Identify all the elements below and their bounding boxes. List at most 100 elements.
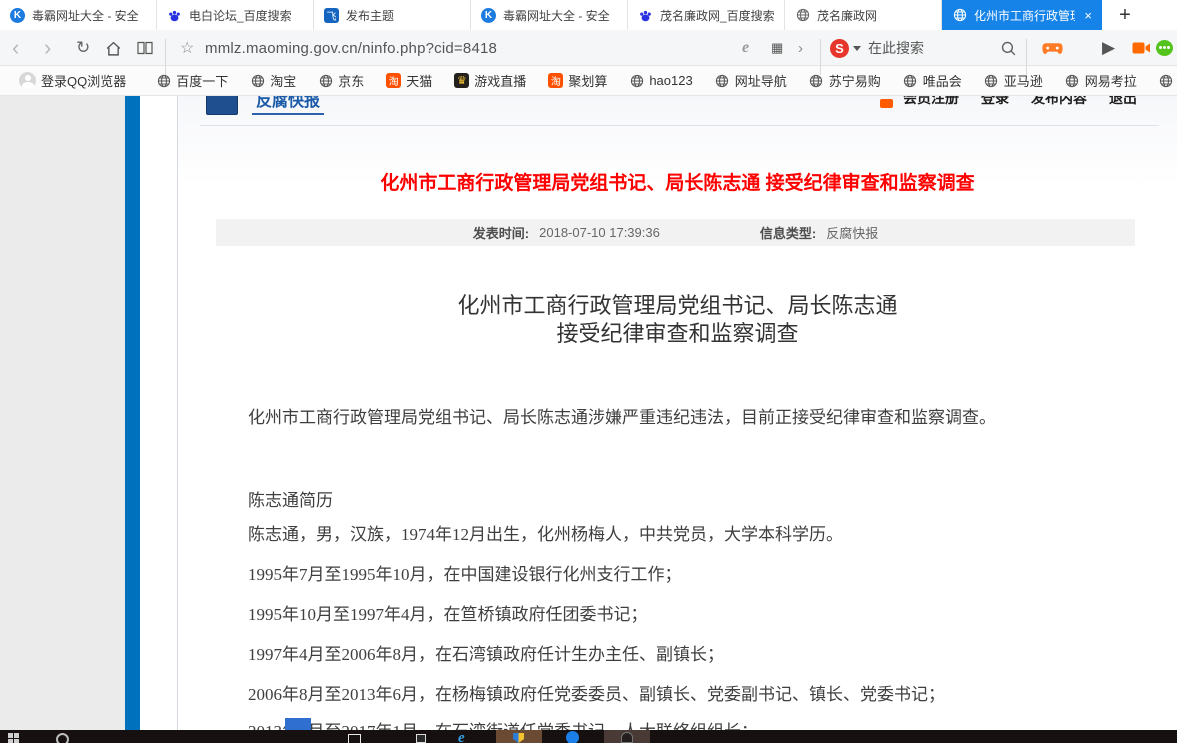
taskbar-active-app[interactable] bbox=[604, 730, 650, 743]
bookmark-amazon[interactable]: 亚马逊 bbox=[973, 71, 1054, 90]
bookmark-tmall[interactable]: 淘 天猫 bbox=[375, 71, 443, 90]
taobao-icon: 淘 bbox=[548, 73, 563, 88]
bookmark-label: 淘宝 bbox=[270, 71, 296, 90]
globe-icon bbox=[1065, 73, 1080, 88]
game-center-button[interactable] bbox=[1042, 30, 1063, 66]
task-view-icon[interactable] bbox=[348, 734, 361, 743]
qr-code-button[interactable]: ▦ bbox=[771, 30, 783, 66]
kingsoft-icon: K bbox=[481, 8, 496, 23]
more-tools-button[interactable]: › bbox=[798, 30, 803, 66]
info-type-value: 反腐快报 bbox=[826, 223, 878, 242]
article-paragraph: 2006年8月至2013年6月，在杨梅镇政府任党委委员、副镇长、党委副书记、镇长… bbox=[248, 680, 1137, 705]
globe-icon bbox=[952, 8, 967, 23]
home-button[interactable] bbox=[105, 30, 122, 66]
tab-huazhou-gongshang-active[interactable]: 化州市工商行政管理 × bbox=[942, 0, 1102, 30]
article-paragraph: 2013年6月至2017年1月，在石湾街道任党委书记、人大联络组组长； bbox=[248, 717, 1137, 730]
bookmark-nav[interactable]: 网址导航 bbox=[704, 71, 798, 90]
reading-mode-button[interactable] bbox=[136, 30, 154, 66]
web-page-viewport: 反腐快报 会员注册 登录 发布内容 退出 化州市工商行政管理局党组书记、局长陈志… bbox=[0, 96, 1177, 730]
bookmark-juhuasuan[interactable]: 淘 聚划算 bbox=[537, 71, 618, 90]
taskbar-app-icon[interactable] bbox=[416, 734, 426, 743]
column-header[interactable]: 反腐快报 bbox=[206, 96, 324, 115]
browser-toolbar: ‹ › ↻ ☆ mmlz.maoming.gov.cn/ninfo.php?ci… bbox=[0, 30, 1177, 66]
bookmarks-bar: 登录QQ浏览器 百度一下 淘宝 京东 淘 天猫 ♛ 游戏直播 淘 聚划算 hao… bbox=[0, 66, 1177, 96]
kingsoft-icon: K bbox=[10, 8, 25, 23]
forum-icon: 飞 bbox=[324, 8, 339, 23]
star-icon: ☆ bbox=[180, 38, 194, 58]
bookmark-jd[interactable]: 京东 bbox=[307, 71, 375, 90]
screen-record-button[interactable] bbox=[1132, 30, 1151, 66]
refresh-button[interactable]: ↻ bbox=[76, 30, 90, 66]
tab-dubawangzhi-2[interactable]: K 毒霸网址大全 - 安全 bbox=[471, 0, 628, 30]
login-qq-browser[interactable]: 登录QQ浏览器 bbox=[8, 71, 137, 90]
taskbar-active-app[interactable] bbox=[496, 730, 542, 743]
ie-taskbar-icon[interactable]: e bbox=[458, 730, 465, 743]
tab-maoming-lianzheng[interactable]: 茂名廉政网 bbox=[785, 0, 942, 30]
bookmark-hao123[interactable]: hao123 bbox=[618, 73, 703, 88]
globe-icon bbox=[809, 73, 824, 88]
bookmark-label: 苏宁易购 bbox=[829, 71, 881, 90]
tab-label: 毒霸网址大全 - 安全 bbox=[503, 7, 617, 24]
refresh-icon: ↻ bbox=[76, 38, 90, 58]
header-link-login[interactable]: 登录 bbox=[981, 96, 1009, 108]
tab-label: 茂名廉政网_百度搜索 bbox=[660, 7, 774, 24]
bookmark-label: 游戏直播 bbox=[474, 71, 526, 90]
bookmark-vip[interactable]: 唯品会 bbox=[892, 71, 973, 90]
article-meta-bar: 发表时间: 2018-07-10 17:39:36 信息类型: 反腐快报 bbox=[216, 219, 1135, 246]
tab-maoming-lianzheng-search[interactable]: 茂名廉政网_百度搜索 bbox=[628, 0, 785, 30]
back-button[interactable]: ‹ bbox=[12, 30, 19, 66]
publish-time-label: 发表时间: bbox=[473, 223, 529, 242]
article-headline: 化州市工商行政管理局党组书记、局长陈志通 接受纪律审查和监察调查 bbox=[178, 292, 1177, 348]
tab-label: 茂名廉政网 bbox=[817, 7, 931, 24]
search-engine-button[interactable]: S bbox=[830, 30, 861, 66]
tab-dubawangzhi-1[interactable]: K 毒霸网址大全 - 安全 bbox=[0, 0, 157, 30]
bookmark-game-live[interactable]: ♛ 游戏直播 bbox=[443, 71, 537, 90]
globe-icon bbox=[984, 73, 999, 88]
article-paragraph: 1997年4月至2006年8月，在石湾镇政府任计生办主任、副镇长； bbox=[248, 640, 1137, 665]
search-button[interactable] bbox=[1000, 30, 1017, 66]
start-button[interactable] bbox=[8, 733, 19, 743]
bookmark-label: 京东 bbox=[338, 71, 364, 90]
qr-icon: ▦ bbox=[771, 40, 783, 56]
search-cortana-icon[interactable] bbox=[56, 733, 69, 743]
play-icon: ▶ bbox=[1102, 38, 1115, 58]
qq-browser-taskbar-icon[interactable] bbox=[566, 731, 579, 743]
article-panel: 反腐快报 会员注册 登录 发布内容 退出 化州市工商行政管理局党组书记、局长陈志… bbox=[177, 96, 1177, 730]
page-header-links: 会员注册 登录 发布内容 退出 bbox=[880, 96, 1137, 108]
globe-icon bbox=[795, 8, 810, 23]
tab-dianbai-luntan[interactable]: 电白论坛_百度搜索 bbox=[157, 0, 314, 30]
bookmark-taobao[interactable]: 淘宝 bbox=[239, 71, 307, 90]
bookmark-news[interactable]: 看新闻 bbox=[1148, 71, 1177, 90]
favorite-button[interactable]: ☆ bbox=[180, 30, 194, 66]
feedback-button[interactable] bbox=[1156, 30, 1173, 66]
tab-label: 发布主题 bbox=[346, 7, 460, 24]
bookmark-baidu[interactable]: 百度一下 bbox=[145, 71, 239, 90]
article-paragraph: 化州市工商行政管理局党组书记、局长陈志通涉嫌严重违纪违法，目前正接受纪律审查和监… bbox=[248, 403, 1137, 428]
bookmark-suning[interactable]: 苏宁易购 bbox=[798, 71, 892, 90]
header-link-logout[interactable]: 退出 bbox=[1109, 96, 1137, 108]
app-icon bbox=[621, 732, 633, 743]
video-play-button[interactable]: ▶ bbox=[1102, 30, 1115, 66]
shield-icon bbox=[513, 733, 524, 743]
bookmark-kaola[interactable]: 网易考拉 bbox=[1054, 71, 1148, 90]
article-paragraph: 陈志通简历 bbox=[248, 486, 1137, 511]
tab-fabu-zhuti[interactable]: 飞 发布主题 bbox=[314, 0, 471, 30]
headline-line-1: 化州市工商行政管理局党组书记、局长陈志通 bbox=[178, 292, 1177, 320]
article-paragraph: 陈志通，男，汉族，1974年12月出生，化州杨梅人，中共党员，大学本科学历。 bbox=[248, 520, 1137, 545]
close-tab-icon[interactable]: × bbox=[1084, 8, 1092, 23]
chat-bubble-icon bbox=[1156, 40, 1173, 56]
column-header-icon bbox=[206, 96, 238, 115]
toolbar-divider bbox=[165, 39, 166, 75]
bookmark-label: 亚马逊 bbox=[1004, 71, 1043, 90]
header-link-publish[interactable]: 发布内容 bbox=[1031, 96, 1087, 108]
new-tab-button[interactable]: + bbox=[1102, 0, 1148, 30]
header-link-register[interactable]: 会员注册 bbox=[903, 96, 959, 108]
search-input[interactable]: 在此搜索 bbox=[868, 30, 924, 66]
sogou-icon: S bbox=[830, 39, 849, 58]
ie-mode-button[interactable]: e bbox=[742, 30, 749, 66]
forward-button[interactable]: › bbox=[44, 30, 51, 66]
tab-label: 毒霸网址大全 - 安全 bbox=[32, 7, 146, 24]
chevron-down-icon bbox=[853, 46, 861, 51]
bookmark-label: hao123 bbox=[649, 73, 692, 88]
address-bar[interactable]: mmlz.maoming.gov.cn/ninfo.php?cid=8418 bbox=[205, 30, 497, 66]
